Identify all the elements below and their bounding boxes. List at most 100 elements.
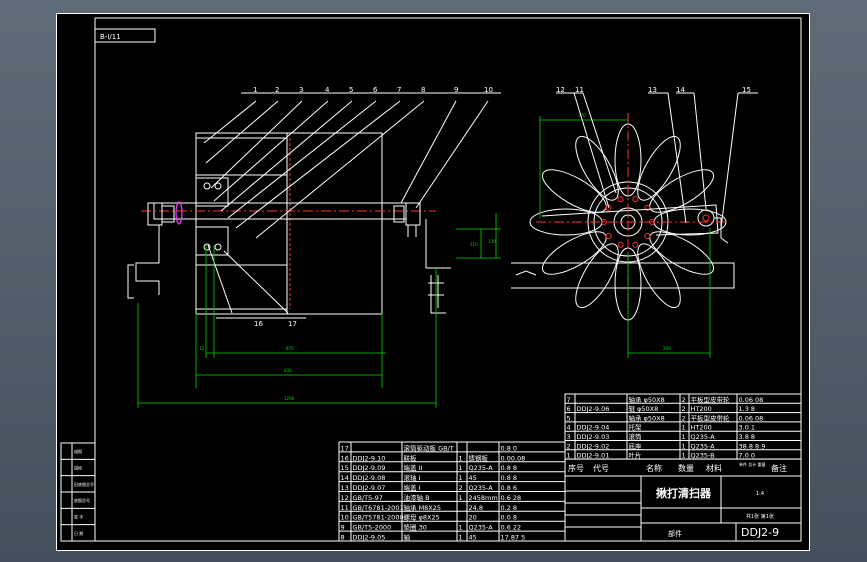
bom-cell-mat: Q235-A (469, 484, 494, 492)
bom-cell-mat: HT200 (691, 405, 712, 413)
bom-cell-mat: HT200 (691, 424, 712, 432)
dim-200: 200 (663, 346, 671, 351)
bom-cell-mat: Q235-A (691, 433, 716, 441)
bom-cell-no: 1 (567, 452, 571, 460)
bom-cell-code: GB/T5-2000 (353, 524, 392, 532)
bom-cell-note: 0.2 8 (501, 504, 518, 512)
bom-cell-no: 9 (341, 524, 345, 532)
bom-cell-no: 12 (341, 494, 349, 502)
bom-cell-mat: 平板型皮带轮 (691, 413, 731, 422)
bom-cell-name: 轴承 M8X25 (404, 503, 442, 512)
bom-cell-note: 0.8 8 (501, 464, 518, 472)
bom-header-code: 代号 (593, 463, 609, 473)
bom-cell-no: 11 (341, 504, 349, 512)
bom-cell-name: 轴承 φ50X8 (629, 395, 665, 404)
bom-cell-mat: 2458mm (469, 494, 498, 502)
bom-cell-name: 油漆轴 B (404, 493, 430, 502)
bom-cell-note: 0.00.08 (501, 454, 526, 462)
bom-cell-qty: 1 (459, 494, 463, 502)
bom-cell-no: 3 (567, 433, 571, 441)
bom-cell-code: DDJ2-9.03 (577, 433, 610, 441)
balloon-15: 15 (742, 86, 751, 94)
side-strip-label: 旧底图总号 (74, 481, 94, 487)
bom-cell-note: 0.0 8 (501, 514, 518, 522)
balloon-17: 17 (288, 320, 297, 328)
bom-cell-mat: 铸钢板 (469, 453, 489, 462)
bom-header-mat: 材料 (706, 463, 722, 473)
dim-12: 12 (199, 346, 205, 351)
outer-frame (56, 13, 810, 551)
bom-cell-no: 17 (341, 444, 349, 452)
bom-cell-code: DDJ2-9.02 (577, 442, 610, 450)
bom-cell-name: 轴承 φ50X8 (629, 413, 665, 422)
bom-cell-note: 0.6 28 (501, 494, 522, 502)
balloon-16: 16 (254, 320, 263, 328)
dim-170: 170 (578, 113, 586, 118)
bom-cell-name: 螺母 φ8X25 (404, 513, 440, 522)
bom-header-note: 备注 (771, 463, 787, 473)
dim-110: 110 (470, 242, 478, 247)
bom-cell-note: 38.8 8.9 (739, 442, 766, 450)
bom-cell-note: 0.8 8 (501, 474, 518, 482)
bom-cell-mat: Q235-A (469, 464, 494, 472)
bom-cell-qty: 1 (459, 474, 463, 482)
bom-cell-code: DDJ2-9.01 (577, 452, 610, 460)
wheel-petal (541, 231, 607, 275)
dim-870: 870 (286, 346, 294, 351)
bom-cell-qty: 2 (459, 484, 463, 492)
bom-cell-name: 垫圈 30 (404, 523, 427, 532)
drawing-title: 揪打清扫器 (656, 486, 712, 500)
dim-1200: 1200 (284, 396, 295, 401)
bom-cell-qty: 1 (682, 433, 686, 441)
bom-cell-name: 叶片 (629, 451, 642, 460)
bom-cell-code: DDJ2-9.08 (353, 474, 386, 482)
wheel-petal (649, 231, 715, 275)
side-strip-label: 底图总号 (74, 497, 90, 503)
bom-cell-mat: 平板型皮带轮 (691, 395, 731, 404)
bom-cell-no: 15 (341, 464, 349, 472)
bom-cell-no: 14 (341, 474, 349, 482)
bom-cell-name: 轴 (404, 533, 411, 542)
drawing-sheet: B-I/11 12 870 930 1200 110 130 1 2 3 4 5… (56, 13, 810, 551)
bom-cell-name: 托架 (629, 423, 643, 432)
bom-cell-qty: 2 (682, 405, 686, 413)
bom-cell-mat: Q235-B (691, 452, 715, 460)
side-strip-label: 签 字 (74, 514, 83, 520)
bolt-hole (617, 196, 624, 203)
balloon-5: 5 (349, 86, 353, 94)
dim-130: 130 (488, 239, 496, 244)
drawing-number: DDJ2-9 (741, 526, 779, 539)
bom-cell-name: 端盖 II (404, 463, 423, 472)
bolt-hole (632, 241, 639, 248)
bom-cell-code: DDJ2-9.07 (353, 484, 386, 492)
bom-cell-name: 滚轴 I (404, 473, 421, 482)
balloon-8: 8 (421, 86, 425, 94)
bom-cell-qty: 1 (459, 534, 463, 542)
bom-cell-note: 3.0 1 (739, 424, 756, 432)
bom-cell-name: 联板 (404, 453, 418, 462)
bom-cell-mat: Q235-A (691, 442, 716, 450)
bom-cell-qty: 1 (682, 424, 686, 432)
bom-cell-qty: 2 (682, 414, 686, 422)
bom-cell-name: 底座 (629, 441, 643, 450)
balloon-6: 6 (373, 86, 378, 94)
bom-cell-note: 0.8 6 (501, 484, 518, 492)
sheet-count: 共1张 第1张 (746, 513, 774, 520)
bom-cell-qty: 1 (459, 524, 463, 532)
bom-cell-note: 0.06 08 (739, 414, 764, 422)
bom-cell-qty: 1 (682, 452, 686, 460)
bom-cell-name: 滚筒驱动板 GB/T (404, 443, 454, 452)
bolt-hole (632, 196, 639, 203)
wheel-petal (637, 135, 681, 201)
bom-cell-no: 13 (341, 484, 349, 492)
balloons-right: 12 11 13 14 15 (556, 86, 751, 94)
bom-cell-code: DDJ2-9.09 (353, 464, 386, 472)
bom-cell-mat: 45 (469, 474, 477, 482)
bom-cell-name: 滚筒 (629, 432, 643, 441)
bom-cell-qty: 1 (682, 442, 686, 450)
balloon-1: 1 (253, 86, 257, 94)
scale: 1:4 (756, 491, 764, 497)
bom-cell-name: 辊 φ50X8 (629, 404, 659, 413)
balloon-3: 3 (299, 86, 303, 94)
balloon-2: 2 (275, 86, 279, 94)
